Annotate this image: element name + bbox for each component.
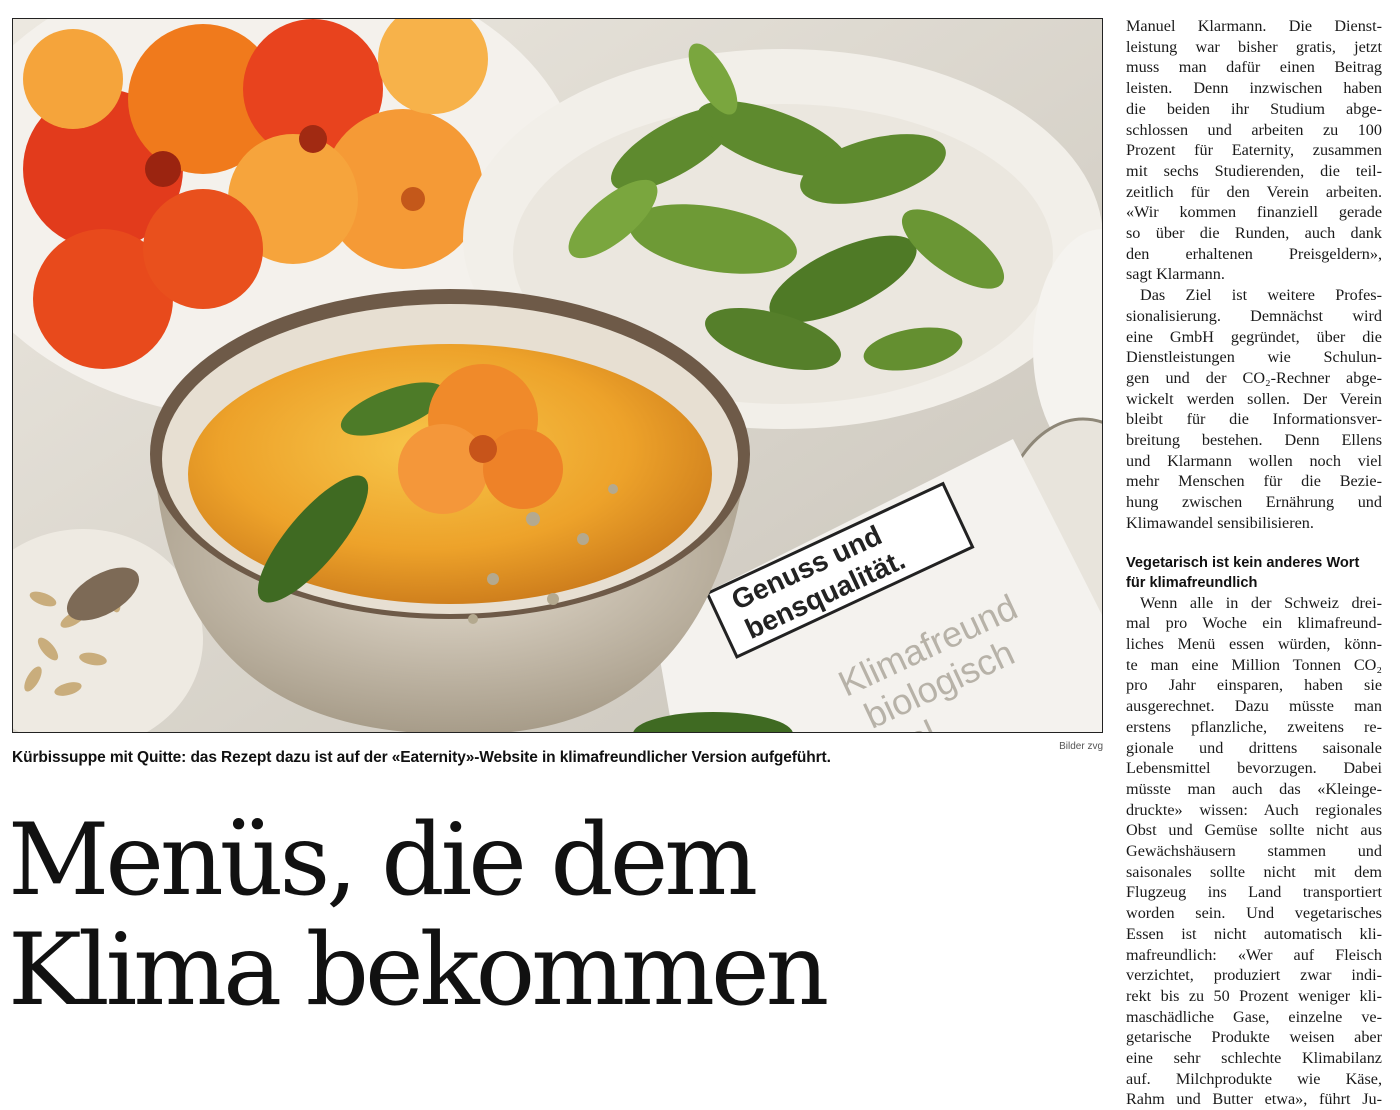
text-line: hung zwischen Ernährung und	[1126, 493, 1382, 512]
text-line: zeitlich für den Verein arbeiten.	[1126, 182, 1382, 201]
text-line: Wenn alle in der Schweiz drei-	[1140, 593, 1382, 612]
text-line: eine sehr schlechte Klimabilanz	[1126, 1049, 1382, 1068]
text-line: und Klarmann wollen noch viel	[1126, 451, 1382, 470]
text-line: ausgerechnet. Dazu müsste man	[1126, 697, 1382, 716]
text-line: te man eine Million Tonnen CO₂	[1126, 655, 1382, 674]
pumpkin-soup-photo: Genuss und bensqualität. Klimafreund bio…	[13, 19, 1102, 732]
article-headline: Menüs, die dem Klima bekommen	[8, 806, 1088, 1026]
text-line: saisonales sollte nicht mit dem	[1126, 862, 1382, 881]
text-line: so über die Runden, auch dank	[1126, 224, 1382, 243]
text-line: eine GmbH gegründet, über die	[1126, 327, 1382, 346]
text-line: pro Jahr einsparen, haben sie	[1126, 676, 1382, 695]
text-line: Prozent für Eaternity, zusammen	[1126, 141, 1382, 160]
text-line: rekt bis zu 50 Prozent weniger kli-	[1126, 986, 1382, 1005]
text-line: erstens pflanzliche, zweitens re-	[1126, 717, 1382, 736]
text-line: Klimawandel sensibilisieren.	[1126, 513, 1314, 532]
text-line: getarische Produkte weisen aber	[1126, 1028, 1382, 1047]
text-line: müsste man auch das «Kleinge-	[1126, 779, 1382, 798]
text-line: Gewächshäusern stammen und	[1126, 842, 1382, 861]
text-line: den erhaltenen Preisgeldern»,	[1126, 244, 1382, 263]
paragraph-1: Manuel Klarmann. Die Dienst- leistung wa…	[1126, 16, 1382, 285]
paragraph-3: Wenn alle in der Schweiz drei- mal pro W…	[1126, 593, 1382, 1110]
section-subheading: Vegetarisch ist kein anderes Wort für kl…	[1126, 553, 1382, 593]
text-line: gen und der CO₂-Rechner abge-	[1126, 368, 1382, 387]
text-line: verzichtet, produziert zwar indi-	[1126, 966, 1382, 985]
text-line: mit sechs Studierenden, die teil-	[1126, 161, 1382, 180]
text-line: sionalisierung. Demnächst wird	[1126, 306, 1382, 325]
article-photo: Genuss und bensqualität. Klimafreund bio…	[12, 18, 1103, 733]
text-line: leistung war bisher gratis, jetzt	[1126, 37, 1382, 56]
article-text-column: Manuel Klarmann. Die Dienst- leistung wa…	[1126, 16, 1382, 1110]
text-line: mafreundlich: «Wer auf Fleisch	[1126, 945, 1382, 964]
text-line: sagt Klarmann.	[1126, 265, 1225, 284]
text-line: Essen ist nicht automatisch kli-	[1126, 924, 1382, 943]
text-line: auf. Milchprodukte wie Käse,	[1126, 1069, 1382, 1088]
subheading-line: für klimafreundlich	[1126, 574, 1258, 591]
text-line: worden sein. Und vegetarisches	[1126, 904, 1382, 923]
text-line: mal pro Woche ein klimafreund-	[1126, 614, 1382, 633]
text-line: leisten. Denn inzwischen haben	[1126, 79, 1382, 98]
text-line: die beiden ihr Studium abge-	[1126, 99, 1382, 118]
text-line: breitung bestehen. Denn Ellens	[1126, 431, 1382, 450]
text-line: Obst und Gemüse sollte nicht aus	[1126, 821, 1382, 840]
text-line: schlossen und arbeiten zu 100	[1126, 120, 1382, 139]
photo-credit: Bilder zvg	[1059, 741, 1103, 752]
text-line: muss man dafür einen Beitrag	[1126, 58, 1382, 77]
text-line: Flugzeug ins Land transportiert	[1126, 883, 1382, 902]
text-line: liches Menü essen würden, könn-	[1126, 634, 1382, 653]
text-line: druckte» wissen: Auch regionales	[1126, 800, 1382, 819]
text-line: bleibt für die Informationsver-	[1126, 410, 1382, 429]
photo-caption: Kürbissuppe mit Quitte: das Rezept dazu …	[12, 749, 831, 766]
paragraph-2: Das Ziel ist weitere Profes- sionalisier…	[1126, 285, 1382, 533]
text-line: «Wir kommen finanziell gerade	[1126, 203, 1382, 222]
text-line: Dienstleistungen wie Schulun-	[1126, 348, 1382, 367]
subheading-line: Vegetarisch ist kein anderes Wort	[1126, 554, 1360, 571]
headline-line: Klima bekommen	[8, 913, 829, 1028]
text-line: Das Ziel ist weitere Profes-	[1140, 286, 1382, 305]
text-line: gionale und drittens saisonale	[1126, 738, 1382, 757]
text-line: Rahm und Butter etwa», führt Ju-	[1126, 1090, 1382, 1109]
text-line: mehr Menschen für die Bezie-	[1126, 472, 1382, 491]
text-line: Manuel Klarmann. Die Dienst-	[1126, 17, 1382, 35]
text-line: wickelt werden sollen. Der Verein	[1126, 389, 1382, 408]
headline-line: Menüs, die dem	[8, 803, 758, 918]
text-line: maschädliche Gase, einzelne ve-	[1126, 1007, 1382, 1026]
text-line: Lebensmittel bevorzugen. Dabei	[1126, 759, 1382, 778]
